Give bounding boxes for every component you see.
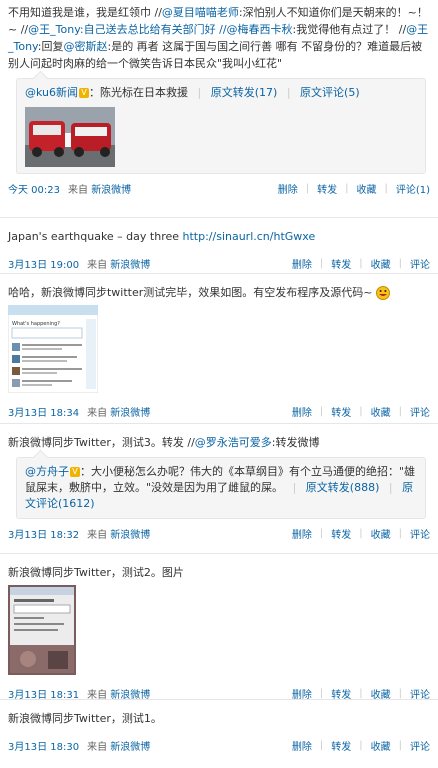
forward-button[interactable]: 转发 <box>331 404 351 419</box>
post-meta: 3月13日 18:30 来自 新浪微博 删除 | 转发 | 收藏 | 评论 <box>8 738 430 753</box>
delete-button[interactable]: 删除 <box>292 686 312 701</box>
source-link[interactable]: 新浪微博 <box>110 690 150 701</box>
quoted-post: @方舟子 V ：大小便秘怎么办呢？伟大的《本草纲目》有个立马通便的绝招："雄鼠屎末，… <box>16 449 426 519</box>
post-meta: 3月13日 18:34 来自 新浪微博 删除 | 转发 | 收藏 | 评论 <box>8 404 430 419</box>
feed-item: 新浪微博同步Twitter，测试1。 3月13日 18:30 来自 新浪微博 删… <box>0 700 438 762</box>
forward-button[interactable]: 转发 <box>331 738 351 753</box>
mention-link[interactable]: @夏目喵喵老师 <box>162 6 239 19</box>
post-meta: 3月13日 18:32 来自 新浪微博 删除 | 转发 | 收藏 | 评论 <box>8 526 430 541</box>
feed-item: 哈哈，新浪微博同步twitter测试完毕，效果如图。有空发布程序及源代码~ Wh… <box>0 274 438 424</box>
comment-button[interactable]: 评论 <box>410 738 430 753</box>
post-actions: 删除 | 转发 | 收藏 | 评论 <box>291 686 430 701</box>
source-link[interactable]: 新浪微博 <box>91 185 131 196</box>
post-text: 新浪微博同步Twitter，测试2。图片 <box>8 566 184 579</box>
source-link[interactable]: 新浪微博 <box>110 742 150 753</box>
post-time[interactable]: 3月13日 18:32 <box>8 526 79 541</box>
mention-link[interactable]: @王_Tony <box>28 23 80 36</box>
mention-link[interactable]: @梅春西卡秋 <box>227 23 293 36</box>
weibo-feed: 不用知道我是谁，我是红领巾 //@夏目喵喵老师:深怕别人不知道你们是天朝来的！~… <box>0 0 438 762</box>
post-text: Japan's earthquake – day three http://si… <box>8 230 316 243</box>
mention-link[interactable]: @罗永浩可爱多 <box>195 436 272 449</box>
delete-button[interactable]: 删除 <box>292 526 312 541</box>
post-time[interactable]: 3月13日 18:34 <box>8 404 79 419</box>
favorite-button[interactable]: 收藏 <box>371 686 391 701</box>
delete-button[interactable]: 删除 <box>292 256 312 271</box>
comment-button[interactable]: 评论 <box>410 404 430 419</box>
forward-button[interactable]: 转发 <box>331 256 351 271</box>
post-text: 不用知道我是谁，我是红领巾 //@夏目喵喵老师:深怕别人不知道你们是天朝来的！~… <box>8 4 430 72</box>
original-forward-link[interactable]: 原文转发(17) <box>211 86 278 99</box>
mention-link[interactable]: :自己送去总比给有关部门好 // <box>80 23 227 36</box>
original-forward-link[interactable]: 原文转发(888) <box>306 481 380 494</box>
post-time[interactable]: 3月13日 18:30 <box>8 738 79 753</box>
favorite-button[interactable]: 收藏 <box>371 738 391 753</box>
post-time[interactable]: 今天 00:23 <box>8 181 60 196</box>
comment-button[interactable]: 评论(1) <box>396 181 430 196</box>
post-actions: 删除 | 转发 | 收藏 | 评论 <box>291 256 430 271</box>
source-link[interactable]: 新浪微博 <box>110 260 150 271</box>
favorite-button[interactable]: 收藏 <box>356 181 376 196</box>
post-actions: 删除 | 转发 | 收藏 | 评论 <box>291 404 430 419</box>
post-actions: 删除 | 转发 | 收藏 | 评论(1) <box>277 181 430 196</box>
post-text: 哈哈，新浪微博同步twitter测试完毕，效果如图。有空发布程序及源代码~ <box>8 284 430 301</box>
delete-button[interactable]: 删除 <box>278 181 298 196</box>
post-text-segment: 不用知道我是谁，我是红领巾 // <box>8 6 162 19</box>
forward-button[interactable]: 转发 <box>331 526 351 541</box>
quoted-author-link[interactable]: @ku6新闻 <box>25 86 78 99</box>
post-image[interactable]: What's happening? <box>8 305 98 393</box>
post-meta: 今天 00:23 来自 新浪微博 删除 | 转发 | 收藏 | 评论(1) <box>8 181 430 196</box>
delete-button[interactable]: 删除 <box>292 404 312 419</box>
favorite-button[interactable]: 收藏 <box>371 404 391 419</box>
forward-button[interactable]: 转发 <box>331 686 351 701</box>
source-link[interactable]: 新浪微博 <box>110 530 150 541</box>
post-meta: 3月13日 19:00 来自 新浪微博 删除 | 转发 | 收藏 | 评论 <box>8 256 430 271</box>
post-link[interactable]: http://sinaurl.cn/htGwxe <box>183 230 316 243</box>
favorite-button[interactable]: 收藏 <box>371 256 391 271</box>
forward-button[interactable]: 转发 <box>317 181 337 196</box>
feed-item: Japan's earthquake – day three http://si… <box>0 218 438 274</box>
post-time[interactable]: 3月13日 18:31 <box>8 686 79 701</box>
favorite-button[interactable]: 收藏 <box>371 526 391 541</box>
post-time[interactable]: 3月13日 19:00 <box>8 256 79 271</box>
post-text: 新浪微博同步Twitter，测试3。转发 //@罗永浩可爱多:转发微博 <box>8 436 320 449</box>
grin-emoji-icon <box>376 286 390 300</box>
comment-button[interactable]: 评论 <box>410 686 430 701</box>
mention-link[interactable]: @密斯赵 <box>63 40 107 53</box>
quoted-author-link[interactable]: @方舟子 <box>25 465 69 478</box>
source-link[interactable]: 新浪微博 <box>110 408 150 419</box>
feed-item: 新浪微博同步Twitter，测试2。图片 3月13日 18:31 来自 新浪微博… <box>0 554 438 701</box>
post-text-segment: :回复 <box>37 40 64 53</box>
post-image[interactable] <box>25 107 115 167</box>
comment-button[interactable]: 评论 <box>410 526 430 541</box>
svg-text:What's happening?: What's happening? <box>12 321 60 327</box>
feed-item: 不用知道我是谁，我是红领巾 //@夏目喵喵老师:深怕别人不知道你们是天朝来的！~… <box>0 0 438 218</box>
verified-badge-icon: V <box>70 467 80 477</box>
post-text-segment: :我觉得他有点过了！ // <box>292 23 407 36</box>
post-text: 新浪微博同步Twitter，测试1。 <box>8 712 162 725</box>
post-actions: 删除 | 转发 | 收藏 | 评论 <box>291 738 430 753</box>
feed-item: 新浪微博同步Twitter，测试3。转发 //@罗永浩可爱多:转发微博 @方舟子… <box>0 424 438 554</box>
post-actions: 删除 | 转发 | 收藏 | 评论 <box>291 526 430 541</box>
delete-button[interactable]: 删除 <box>292 738 312 753</box>
quoted-text: ：陈光标在日本救援 <box>89 86 189 99</box>
verified-badge-icon: V <box>79 88 90 98</box>
quoted-post: @ku6新闻 V ：陈光标在日本救援 | 原文转发(17) | 原文评论(5) <box>16 70 426 174</box>
original-comment-link[interactable]: 原文评论(5) <box>300 86 360 99</box>
comment-button[interactable]: 评论 <box>410 256 430 271</box>
post-image[interactable] <box>8 585 76 675</box>
